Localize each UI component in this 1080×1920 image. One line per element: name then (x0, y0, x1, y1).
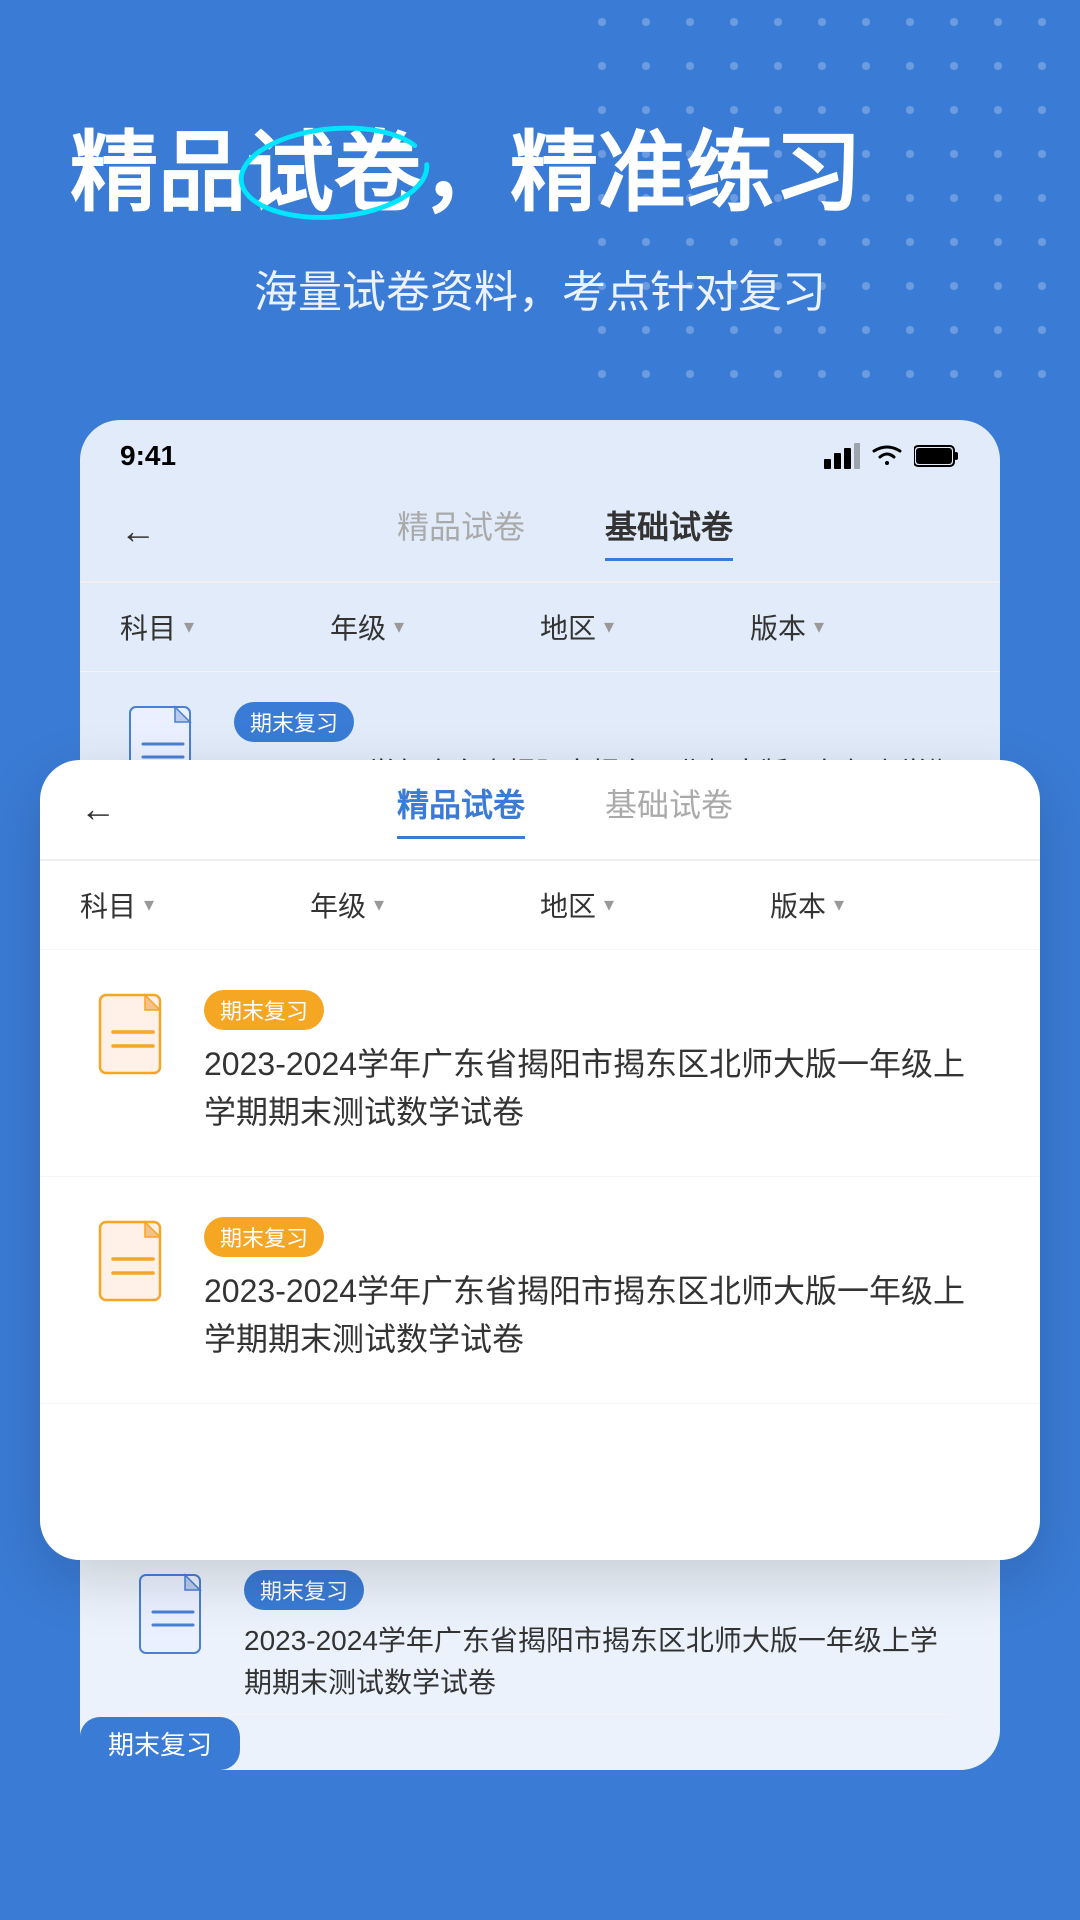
bg-filter-subject[interactable]: 科目 ▾ (120, 607, 330, 647)
fg-filter-region[interactable]: 地区 ▾ (540, 885, 770, 925)
peek-badge: 期末复习 (80, 1717, 240, 1770)
status-icons (824, 443, 960, 469)
fg-filter-edition[interactable]: 版本 ▾ (770, 885, 1000, 925)
bottom-list-item-1[interactable]: 期末复习 2023-2024学年广东省揭阳市揭东区北师大版一年级上学期期末测试数… (130, 1560, 950, 1715)
bg-card-nav: ← 精品试卷 基础试卷 (80, 482, 1000, 583)
battery-icon (914, 443, 960, 469)
bottom-item-content-1: 期末复习 2023-2024学年广东省揭阳市揭东区北师大版一年级上学期期末测试数… (244, 1570, 950, 1704)
wifi-icon (870, 443, 904, 469)
fg-item-content-1: 期末复习 2023-2024学年广东省揭阳市揭东区北师大版一年级上学期期末测试数… (204, 990, 990, 1136)
bg-back-button[interactable]: ← (120, 510, 170, 552)
cards-area: 9:41 (40, 420, 1040, 1770)
bg-filter-grade[interactable]: 年级 ▾ (330, 607, 540, 647)
title-part1: 精品 (70, 120, 246, 226)
fg-list-item-1[interactable]: 期末复习 2023-2024学年广东省揭阳市揭东区北师大版一年级上学期期末测试数… (40, 950, 1040, 1177)
fg-doc-icon-2 (90, 1217, 180, 1307)
bg-filter-region[interactable]: 地区 ▾ (540, 607, 750, 647)
fg-back-button[interactable]: ← (80, 788, 130, 830)
hero-title: 精品 试卷 ， 精准练习 (70, 120, 1010, 226)
signal-icon (824, 443, 860, 469)
bottom-badge-1: 期末复习 (244, 1570, 364, 1610)
fg-doc-icon-1 (90, 990, 180, 1080)
bg-tab-basic[interactable]: 基础试卷 (605, 502, 733, 561)
fg-badge-1: 期末复习 (204, 990, 324, 1030)
bg-nav-tabs: 精品试卷 基础试卷 (170, 502, 960, 561)
hero-subtitle: 海量试卷资料，考点针对复习 (70, 256, 1010, 320)
title-comma: ， (422, 120, 510, 226)
fg-tab-basic[interactable]: 基础试卷 (605, 780, 733, 839)
fg-item-content-2: 期末复习 2023-2024学年广东省揭阳市揭东区北师大版一年级上学期期末测试数… (204, 1217, 990, 1363)
hero-section: 精品 试卷 ， 精准练习 海量试卷资料，考点针对复习 (0, 0, 1080, 380)
fg-card-nav: ← 精品试卷 基础试卷 (40, 760, 1040, 861)
title-part2: 精准练习 (510, 120, 862, 226)
fg-title-2: 2023-2024学年广东省揭阳市揭东区北师大版一年级上学期期末测试数学试卷 (204, 1267, 990, 1363)
bg-tab-premium[interactable]: 精品试卷 (397, 502, 525, 561)
fg-list-item-2[interactable]: 期末复习 2023-2024学年广东省揭阳市揭东区北师大版一年级上学期期末测试数… (40, 1177, 1040, 1404)
bg-badge-1: 期末复习 (234, 702, 354, 742)
fg-filter-grade[interactable]: 年级 ▾ (310, 885, 540, 925)
bottom-doc-icon-1 (130, 1570, 220, 1660)
time: 9:41 (120, 440, 176, 472)
fg-badge-2: 期末复习 (204, 1217, 324, 1257)
bottom-title-1: 2023-2024学年广东省揭阳市揭东区北师大版一年级上学期期末测试数学试卷 (244, 1620, 950, 1704)
fg-filter-bar: 科目 ▾ 年级 ▾ 地区 ▾ 版本 ▾ (40, 861, 1040, 950)
fg-filter-subject[interactable]: 科目 ▾ (80, 885, 310, 925)
fg-title-1: 2023-2024学年广东省揭阳市揭东区北师大版一年级上学期期末测试数学试卷 (204, 1040, 990, 1136)
status-bar: 9:41 (80, 420, 1000, 482)
fg-nav-tabs: 精品试卷 基础试卷 (130, 780, 1000, 839)
bg-filter-bar: 科目 ▾ 年级 ▾ 地区 ▾ 版本 ▾ (80, 583, 1000, 672)
bg-filter-edition[interactable]: 版本 ▾ (750, 607, 960, 647)
foreground-card: ← 精品试卷 基础试卷 科目 ▾ 年级 ▾ 地区 ▾ 版本 ▾ (40, 760, 1040, 1560)
title-highlight: 试卷 (246, 120, 422, 226)
fg-tab-premium[interactable]: 精品试卷 (397, 780, 525, 839)
